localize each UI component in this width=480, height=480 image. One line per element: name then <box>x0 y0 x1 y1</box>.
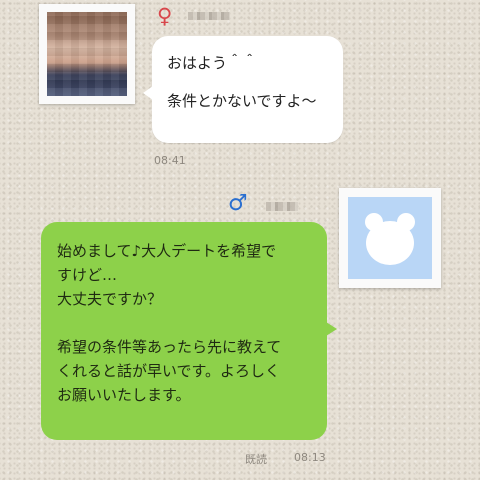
message-line: 大丈夫ですか？ <box>57 290 163 308</box>
bear-head-icon <box>365 213 415 265</box>
message-line-blank <box>57 311 327 335</box>
user-avatar[interactable] <box>339 188 441 288</box>
incoming-message-timestamp: 08:41 <box>154 154 186 167</box>
message-line: くれると話が早いです。よろしく <box>57 362 281 380</box>
message-line: 始めまして♪大人デートを希望で <box>57 242 277 260</box>
contact-avatar[interactable] <box>39 4 135 104</box>
read-receipt: 既読 <box>245 453 267 466</box>
outgoing-message-timestamp: 08:13 <box>294 451 326 464</box>
message-line: 条件とかないですよ～ <box>167 92 317 110</box>
message-line: お願いいたします。 <box>57 386 191 404</box>
male-symbol-icon: ♂ <box>228 191 248 216</box>
user-name-blurred <box>266 202 298 211</box>
message-line: おはよう＾＾ <box>167 54 258 72</box>
female-symbol-icon: ♀ <box>157 4 173 28</box>
message-line-blank <box>167 73 343 92</box>
outgoing-message-bubble[interactable]: 始めまして♪大人デートを希望で すけど… 大丈夫ですか？ 希望の条件等あったら先… <box>41 222 337 440</box>
message-line: 希望の条件等あったら先に教えて <box>57 338 282 356</box>
message-line: すけど… <box>57 266 118 284</box>
contact-photo-pixelated <box>47 12 127 96</box>
incoming-message-bubble[interactable]: おはよう＾＾ 条件とかないですよ～ <box>143 36 343 143</box>
contact-name-blurred <box>188 12 230 20</box>
